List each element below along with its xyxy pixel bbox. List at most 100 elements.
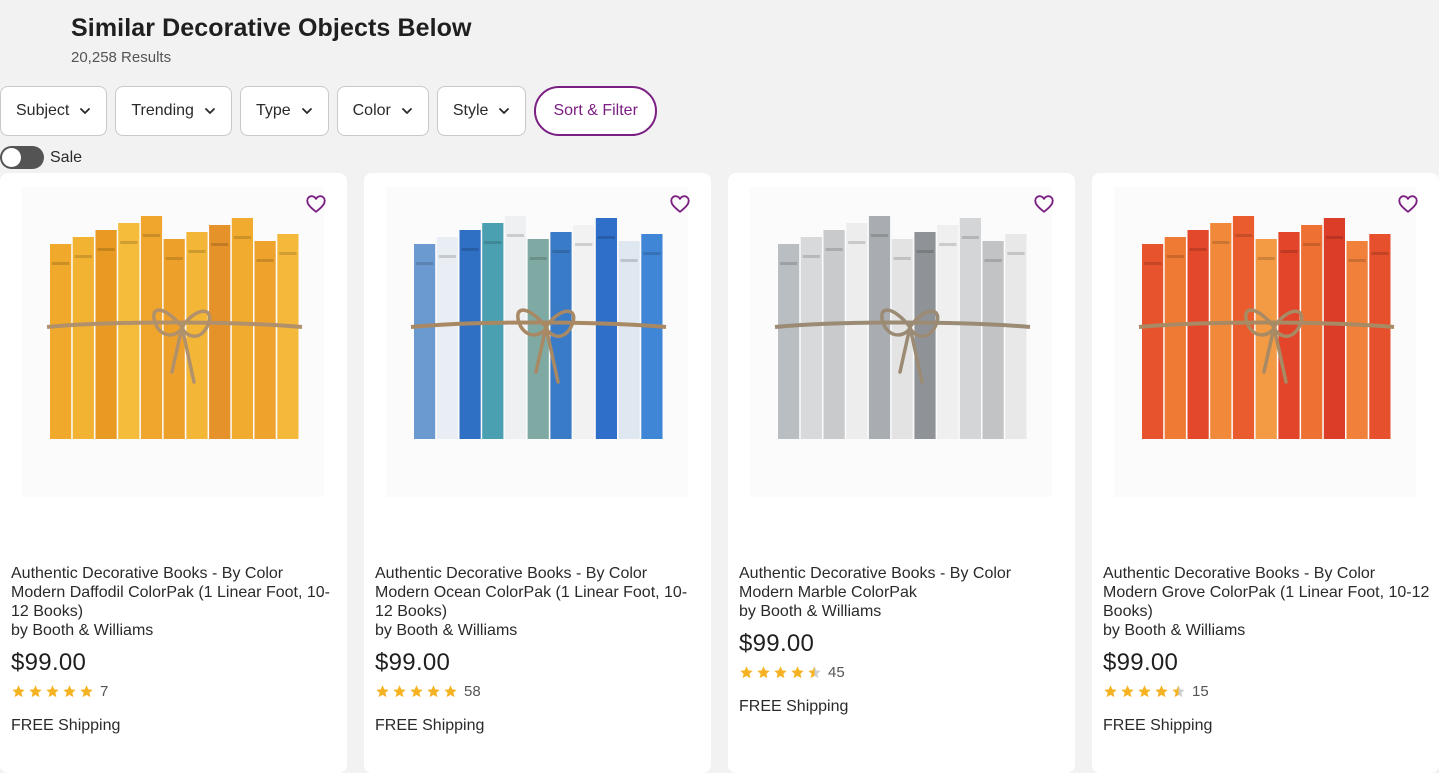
book-band xyxy=(188,250,206,253)
book-band xyxy=(848,241,866,244)
product-card[interactable]: Authentic Decorative Books - By Color Mo… xyxy=(1092,173,1439,773)
book-spine xyxy=(459,230,481,439)
shipping-label: FREE Shipping xyxy=(375,717,485,734)
book-band xyxy=(620,259,638,262)
book-band xyxy=(279,252,297,255)
product-image[interactable] xyxy=(386,187,688,497)
book-spine xyxy=(937,225,959,439)
book-spine xyxy=(959,218,981,439)
book-spine xyxy=(118,223,140,439)
book-spine xyxy=(414,244,436,439)
book-band xyxy=(1212,241,1230,244)
filter-bar: Subject Trending Type Color Style Sort &… xyxy=(0,86,657,136)
product-info: Authentic Decorative Books - By Color Mo… xyxy=(1103,564,1431,735)
color-filter-button[interactable]: Color xyxy=(336,86,429,136)
sale-toggle[interactable] xyxy=(0,146,44,169)
style-filter-button[interactable]: Style xyxy=(436,86,527,136)
heart-icon[interactable] xyxy=(305,193,327,215)
toggle-knob xyxy=(2,148,21,167)
sale-toggle-row: Sale xyxy=(0,146,82,169)
star-icon xyxy=(12,685,25,698)
star-icon xyxy=(376,685,389,698)
rating-stars: 7 xyxy=(11,683,339,700)
product-card[interactable]: Authentic Decorative Books - By Color Mo… xyxy=(0,173,347,773)
star-icon xyxy=(1138,685,1151,698)
book-spine xyxy=(1164,237,1186,439)
product-price: $99.00 xyxy=(375,649,451,676)
product-card[interactable]: Authentic Decorative Books - By Color Mo… xyxy=(364,173,711,773)
color-filter-label: Color xyxy=(352,102,391,119)
book-spine xyxy=(1301,225,1323,439)
page-title: Similar Decorative Objects Below xyxy=(71,14,472,42)
sort-filter-button[interactable]: Sort & Filter xyxy=(534,86,657,136)
chevron-down-icon xyxy=(80,108,91,114)
book-band xyxy=(825,248,843,251)
book-band xyxy=(233,236,251,239)
style-filter-label: Style xyxy=(452,102,489,119)
product-card[interactable]: Authentic Decorative Books - By Color Mo… xyxy=(728,173,1075,773)
book-spine xyxy=(1142,244,1164,439)
chevron-down-icon xyxy=(401,108,412,114)
book-spine xyxy=(618,241,640,439)
book-spine xyxy=(72,237,94,439)
book-band xyxy=(643,252,661,255)
subject-filter-label: Subject xyxy=(16,102,70,119)
shipping-label: FREE Shipping xyxy=(1103,717,1213,734)
book-band xyxy=(1234,234,1253,237)
trending-filter-button[interactable]: Trending xyxy=(115,86,232,136)
product-name[interactable]: Authentic Decorative Books - By Color Mo… xyxy=(739,564,1067,602)
book-band xyxy=(52,262,70,265)
book-band xyxy=(74,255,92,258)
review-count: 15 xyxy=(1192,683,1209,700)
book-spine xyxy=(482,223,504,439)
star-icon xyxy=(80,685,93,698)
product-name[interactable]: Authentic Decorative Books - By Color Mo… xyxy=(11,564,339,621)
heart-icon[interactable] xyxy=(1033,193,1055,215)
product-image[interactable] xyxy=(22,187,324,497)
book-spine xyxy=(1187,230,1209,439)
book-band xyxy=(780,262,798,265)
sale-label: Sale xyxy=(50,148,83,166)
book-band xyxy=(893,257,911,260)
book-band xyxy=(1257,257,1275,260)
book-band xyxy=(802,255,820,258)
star-icon xyxy=(393,685,406,698)
sort-filter-label: Sort & Filter xyxy=(553,102,638,119)
book-band xyxy=(984,259,1002,262)
book-spine xyxy=(231,218,253,439)
shipping-label: FREE Shipping xyxy=(739,698,849,715)
heart-icon[interactable] xyxy=(1397,193,1419,215)
heart-icon[interactable] xyxy=(669,193,691,215)
product-price: $99.00 xyxy=(739,630,815,657)
star-icon xyxy=(444,685,457,698)
book-band xyxy=(142,234,161,237)
chevron-down-icon xyxy=(205,108,215,114)
star-icon xyxy=(757,666,770,679)
book-spine xyxy=(778,244,800,439)
stars-container xyxy=(739,665,822,680)
book-spine xyxy=(823,230,845,439)
book-band xyxy=(438,255,456,258)
results-count: 20,258 Results xyxy=(71,49,172,66)
stars-container xyxy=(1103,684,1186,699)
star-icon xyxy=(1104,685,1117,698)
type-filter-button[interactable]: Type xyxy=(239,86,329,136)
book-band xyxy=(165,257,183,260)
book-spine xyxy=(209,225,231,439)
product-brand: by Booth & Williams xyxy=(1103,622,1246,639)
book-band xyxy=(461,248,479,251)
product-name[interactable]: Authentic Decorative Books - By Color Mo… xyxy=(1103,564,1431,621)
book-band xyxy=(1280,250,1298,253)
review-count: 45 xyxy=(828,664,845,681)
star-icon xyxy=(1121,685,1134,698)
trending-filter-label: Trending xyxy=(131,102,194,119)
product-image[interactable] xyxy=(1114,187,1416,497)
book-band xyxy=(939,243,957,246)
subject-filter-button[interactable]: Subject xyxy=(0,86,108,136)
product-price: $99.00 xyxy=(1103,649,1179,676)
product-image[interactable] xyxy=(750,187,1052,497)
product-name[interactable]: Authentic Decorative Books - By Color Mo… xyxy=(375,564,703,621)
book-spine xyxy=(573,225,595,439)
book-spine xyxy=(595,218,617,439)
review-count: 7 xyxy=(100,683,109,700)
